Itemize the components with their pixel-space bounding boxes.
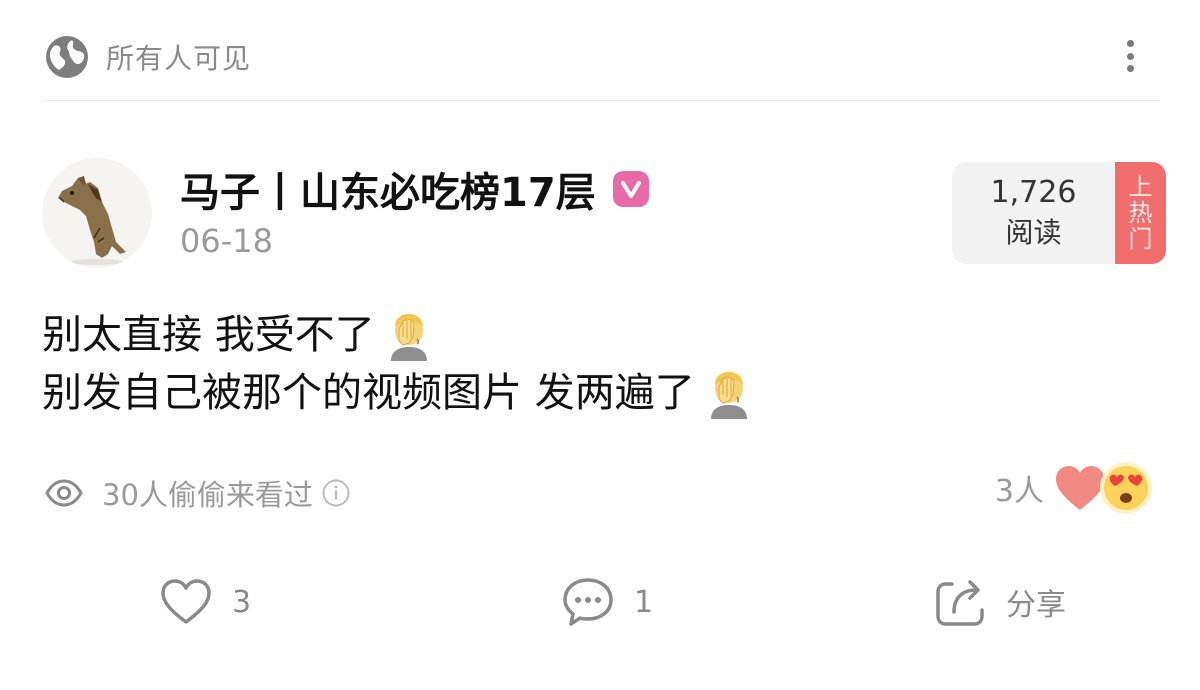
facepalm-emoji-icon <box>710 372 747 419</box>
post-line-text: 别发自己被那个的视频图片 发两遍了 <box>42 370 695 416</box>
post-line-text: 别太直接 我受不了 <box>42 312 375 358</box>
action-bar: 3 1 分享 <box>0 570 1200 634</box>
reaction-count: 3人 <box>994 474 1044 509</box>
v-badge-icon <box>612 171 649 207</box>
post-line: 别发自己被那个的视频图片 发两遍了 <box>42 364 1152 422</box>
author-name[interactable]: 马子丨山东必吃榜17层 <box>180 160 596 218</box>
reactions-summary[interactable]: 3人 <box>995 460 1154 516</box>
avatar[interactable] <box>42 158 152 268</box>
stats-row: 30人偷偷来看过 3人 <box>44 462 1160 516</box>
post-content: 别太直接 我受不了 别发自己被那个的视频图片 发两遍了 <box>42 306 1152 422</box>
read-count: 1,726 阅读 <box>952 162 1115 264</box>
read-count-label: 阅读 <box>1005 216 1062 249</box>
divider <box>44 100 1160 101</box>
read-count-box: 1,726 阅读 上 热 门 <box>952 162 1166 264</box>
like-button[interactable]: 3 <box>158 570 251 634</box>
heart-eyes-emoji-icon <box>1100 462 1152 514</box>
globe-icon <box>46 36 88 78</box>
comment-count: 1 <box>634 584 654 620</box>
more-options-button[interactable] <box>1118 36 1142 76</box>
author-name-row[interactable]: 马子丨山东必吃榜17层 <box>180 160 650 218</box>
facepalm-emoji-icon <box>390 314 427 361</box>
post-date: 06-18 <box>180 222 273 260</box>
visibility-bar: 所有人可见 <box>44 30 1160 84</box>
eye-icon <box>45 479 83 507</box>
more-vertical-icon-dot <box>1126 52 1134 60</box>
hot-label-char: 门 <box>1128 225 1153 253</box>
share-button[interactable]: 分享 <box>932 570 1066 634</box>
promote-hot-button[interactable]: 上 热 门 <box>1115 162 1166 264</box>
share-label: 分享 <box>1006 588 1066 623</box>
share-icon <box>936 580 984 626</box>
more-vertical-icon-dot <box>1126 40 1134 47</box>
hot-label-char: 热 <box>1128 199 1153 227</box>
info-icon[interactable] <box>321 478 351 508</box>
horse-avatar-icon <box>58 176 126 265</box>
comment-button[interactable]: 1 <box>560 570 653 634</box>
post-line: 别太直接 我受不了 <box>42 306 1152 364</box>
more-vertical-icon-dot <box>1126 65 1134 72</box>
views-text: 30人偷偷来看过 <box>102 478 313 512</box>
like-count: 3 <box>232 584 252 620</box>
visibility-label: 所有人可见 <box>106 42 252 75</box>
heart-icon <box>161 579 211 624</box>
read-count-number: 1,726 <box>990 175 1077 210</box>
hot-label-char: 上 <box>1128 173 1153 201</box>
comment-icon <box>563 578 613 626</box>
